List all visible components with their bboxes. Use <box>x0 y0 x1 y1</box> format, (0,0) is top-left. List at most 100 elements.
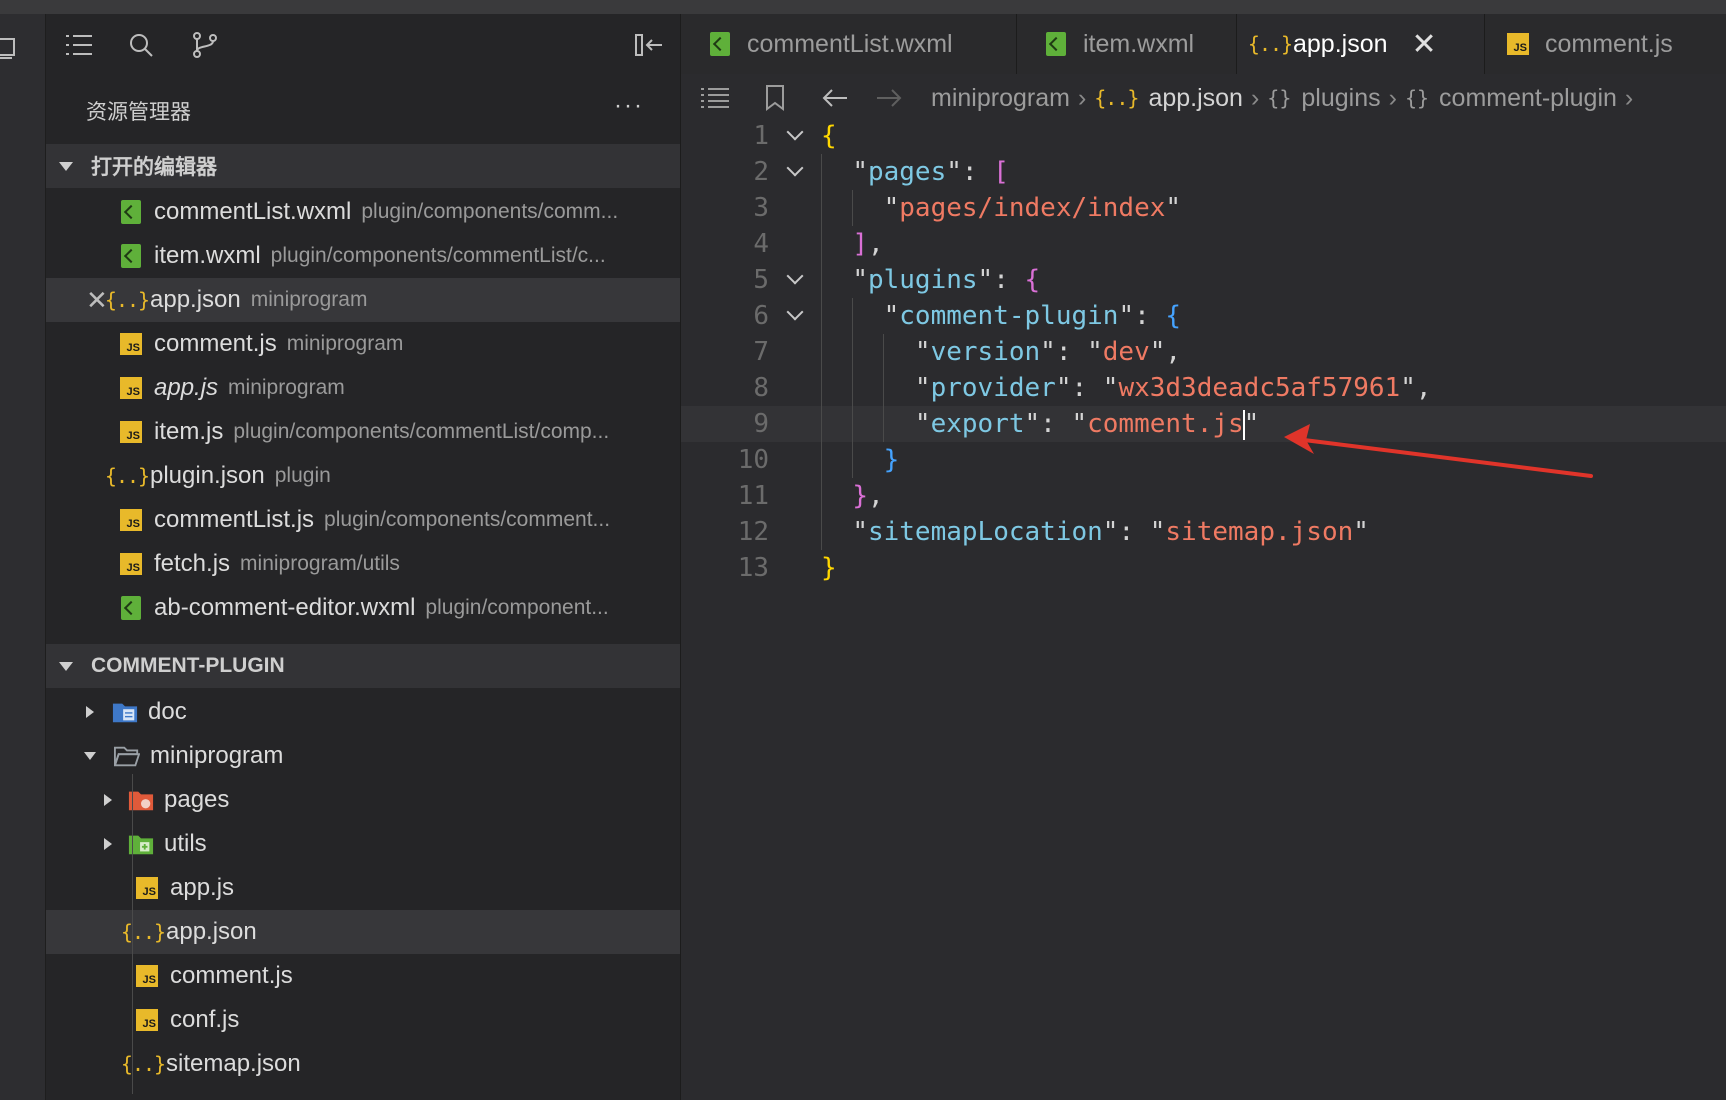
tree-folder-doc[interactable]: doc <box>46 690 680 734</box>
object-icon: {} <box>1267 86 1292 110</box>
source-control-icon[interactable] <box>190 30 220 60</box>
editor-tab-bar: commentList.wxml item.wxml {..} app.json… <box>681 14 1726 74</box>
code-text: { <box>821 121 837 151</box>
code-editor[interactable]: 1{2 "pages": [3 "pages/index/index" 4 ], 5… <box>681 118 1726 1100</box>
line-number: 8 <box>753 373 769 403</box>
tree-file-comment-js[interactable]: JS comment.js <box>46 954 680 998</box>
fold-chevron-icon[interactable] <box>784 154 806 190</box>
chevron-down-icon <box>84 752 96 760</box>
indent-guide <box>852 190 854 226</box>
code-line[interactable]: 11 }, <box>681 478 1726 514</box>
breadcrumb-miniprogram[interactable]: miniprogram <box>931 84 1070 113</box>
bookmark-icon[interactable] <box>755 78 795 118</box>
close-tab-icon[interactable]: ✕ <box>1412 27 1437 62</box>
chevron-down-icon <box>59 161 73 171</box>
line-number: 2 <box>753 157 769 187</box>
code-line[interactable]: 2 "pages": [ <box>681 154 1726 190</box>
tree-file-sitemap-json[interactable]: {..} sitemap.json <box>46 1042 680 1086</box>
forward-arrow-icon[interactable] <box>869 78 909 118</box>
code-line[interactable]: 8 "provider": "wx3d3deadc5af57961", <box>681 370 1726 406</box>
breadcrumb-comment-plugin[interactable]: comment-plugin <box>1439 84 1617 113</box>
explorer-sidebar: 资源管理器 ··· 打开的编辑器 commentList.wxml plugin… <box>46 14 681 1100</box>
code-text: } <box>821 553 837 583</box>
tree-file-app-js[interactable]: JS app.js <box>46 866 680 910</box>
tree-folder-miniprogram[interactable]: miniprogram <box>46 734 680 778</box>
code-text: "plugins": { <box>852 265 1041 295</box>
open-editor-item[interactable]: JS commentList.js plugin/components/comm… <box>46 498 680 542</box>
line-number: 13 <box>737 553 769 583</box>
open-editor-item[interactable]: {..} plugin.json plugin <box>46 454 680 498</box>
open-editor-item[interactable]: JS app.js miniprogram <box>46 366 680 410</box>
chevron-right-icon: › <box>1250 83 1260 112</box>
outline-icon[interactable] <box>64 30 94 60</box>
code-line[interactable]: 7 "version": "dev", <box>681 334 1726 370</box>
wxml-file-icon <box>1043 31 1069 57</box>
line-number: 4 <box>753 229 769 259</box>
tree-indent-guide <box>132 774 133 1094</box>
line-number: 5 <box>753 265 769 295</box>
open-editor-item-active[interactable]: ✕ {..} app.json miniprogram <box>46 278 680 322</box>
chevron-down-icon <box>59 661 73 671</box>
window-icon[interactable] <box>0 36 20 60</box>
json-file-icon: {..} <box>1094 86 1139 110</box>
code-line[interactable]: 4 ], <box>681 226 1726 262</box>
wxml-file-icon <box>118 595 144 621</box>
open-editor-item[interactable]: JS item.js plugin/components/commentList… <box>46 410 680 454</box>
breadcrumb-plugins[interactable]: plugins <box>1301 84 1380 113</box>
close-icon[interactable]: ✕ <box>86 285 108 316</box>
code-line[interactable]: 3 "pages/index/index" <box>681 190 1726 226</box>
project-header[interactable]: COMMENT-PLUGIN <box>46 644 680 688</box>
line-number: 12 <box>737 517 769 547</box>
open-editors-header[interactable]: 打开的编辑器 <box>46 144 680 188</box>
back-arrow-icon[interactable] <box>815 78 855 118</box>
wxml-file-icon <box>118 199 144 225</box>
code-text: "sitemapLocation": "sitemap.json" <box>852 517 1369 547</box>
open-editor-item[interactable]: JS fetch.js miniprogram/utils <box>46 542 680 586</box>
folder-open-icon <box>114 743 140 769</box>
tab-app-json[interactable]: {..} app.json ✕ <box>1237 14 1485 74</box>
object-icon: {} <box>1404 86 1430 110</box>
fold-chevron-icon[interactable] <box>784 118 806 154</box>
annotation-arrow-icon <box>1284 424 1593 478</box>
code-line[interactable]: 12 "sitemapLocation": "sitemap.json" <box>681 514 1726 550</box>
code-text: ], <box>852 229 884 259</box>
tab-item-wxml[interactable]: item.wxml <box>1017 14 1237 74</box>
tab-comment-js[interactable]: JS comment.js <box>1485 14 1726 74</box>
fold-chevron-icon[interactable] <box>784 262 806 298</box>
line-number: 6 <box>753 301 769 331</box>
tree-folder-utils[interactable]: utils <box>46 822 680 866</box>
tree-file-app-json[interactable]: {..} app.json <box>46 910 680 954</box>
outline-list-icon[interactable] <box>695 78 735 118</box>
search-icon[interactable] <box>126 30 156 60</box>
wxml-file-icon <box>118 243 144 269</box>
fold-chevron-icon[interactable] <box>784 298 806 334</box>
chevron-right-icon <box>104 838 112 850</box>
code-line[interactable]: 1{ <box>681 118 1726 154</box>
json-file-icon: {..} <box>120 1052 166 1076</box>
tree-file-conf-js[interactable]: JS conf.js <box>46 998 680 1042</box>
more-actions-icon[interactable]: ··· <box>614 92 644 120</box>
sidebar-toolbar <box>46 14 680 74</box>
chevron-right-icon: › <box>1624 83 1634 112</box>
code-text: } <box>883 445 900 475</box>
code-line[interactable]: 13} <box>681 550 1726 586</box>
code-line[interactable]: 5 "plugins": { <box>681 262 1726 298</box>
collapse-sidebar-icon[interactable] <box>634 30 664 60</box>
breadcrumb-app-json[interactable]: app.json <box>1148 84 1243 113</box>
tree-folder-pages[interactable]: pages <box>46 778 680 822</box>
tab-commentlist-wxml[interactable]: commentList.wxml <box>681 14 1017 74</box>
open-editor-item[interactable]: commentList.wxml plugin/components/comm.… <box>46 190 680 234</box>
js-file-icon: JS <box>134 1007 160 1033</box>
js-file-icon: JS <box>118 419 144 445</box>
js-file-icon: JS <box>118 507 144 533</box>
open-editor-item[interactable]: ab-comment-editor.wxml plugin/component.… <box>46 586 680 630</box>
js-file-icon: JS <box>134 963 160 989</box>
line-number: 7 <box>753 337 769 367</box>
open-editor-item[interactable]: JS comment.js miniprogram <box>46 322 680 366</box>
code-line[interactable]: 6 "comment-plugin": { <box>681 298 1726 334</box>
wxml-file-icon <box>707 31 733 57</box>
code-text: "comment-plugin": { <box>883 301 1182 331</box>
js-file-icon: JS <box>1505 31 1531 57</box>
open-editor-item[interactable]: item.wxml plugin/components/commentList/… <box>46 234 680 278</box>
chevron-right-icon <box>86 706 94 718</box>
